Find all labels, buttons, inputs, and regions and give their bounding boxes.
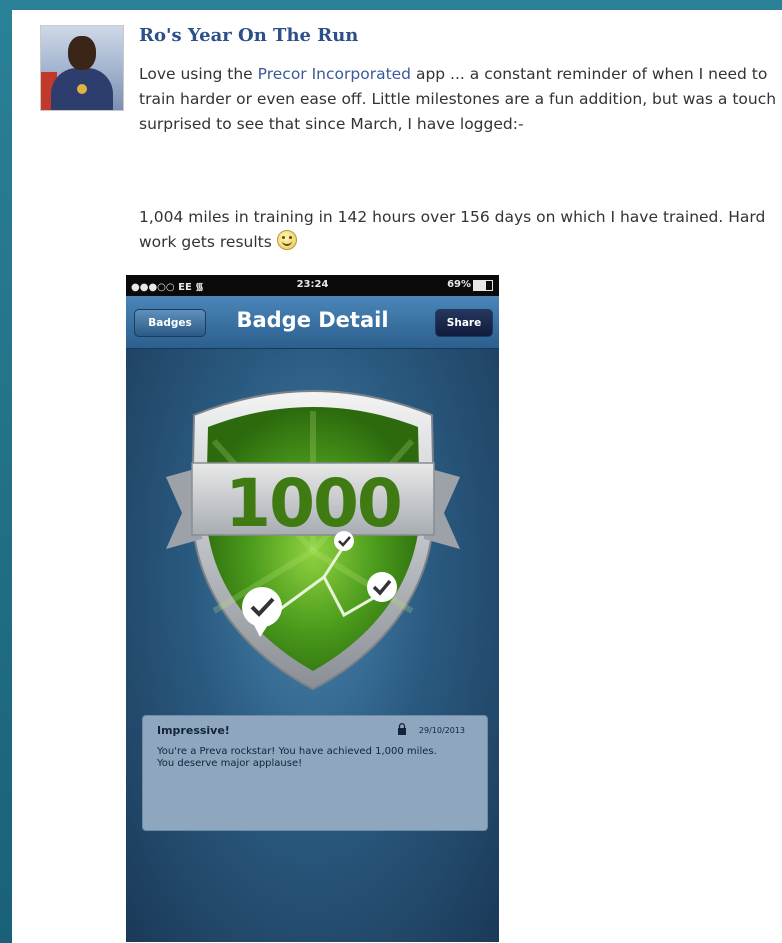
avatar-head — [68, 36, 96, 70]
post-paragraph-1: Love using the Precor Incorporated app .… — [139, 62, 782, 137]
avatar[interactable] — [40, 25, 124, 111]
battery-percent: 69% — [447, 279, 471, 290]
post-paragraph-2: 1,004 miles in training in 142 hours ove… — [139, 205, 782, 255]
badge-info-box: Impressive! 29/10/2013 You're a Preva ro… — [142, 715, 488, 831]
status-time: 23:24 — [296, 279, 329, 290]
paragraph-2-text: 1,004 miles in training in 142 hours ove… — [139, 208, 766, 251]
status-bar: ●●●○○ EE ᯾ 23:24 69% — [126, 275, 499, 296]
info-message: You're a Preva rockstar! You have achiev… — [157, 746, 437, 769]
nav-bar: Badges Badge Detail Share — [126, 296, 499, 349]
badge-screen: 1000 Impressive! 29/10/2013 You're a Pre… — [126, 349, 499, 942]
post-card: Ro's Year On The Run Love using the Prec… — [12, 10, 782, 943]
battery-icon — [473, 280, 493, 291]
post-title[interactable]: Ro's Year On The Run — [139, 25, 358, 46]
precor-link[interactable]: Precor Incorporated — [258, 65, 411, 83]
smiley-emoticon-icon — [276, 230, 297, 250]
page-frame: Ro's Year On The Run Love using the Prec… — [0, 0, 782, 943]
lock-icon — [398, 723, 406, 735]
info-title: Impressive! — [157, 724, 230, 737]
phone-screenshot: ●●●○○ EE ᯾ 23:24 69% Badges Badge Detail… — [126, 275, 499, 942]
medal-icon — [77, 84, 87, 94]
share-button[interactable]: Share — [435, 309, 493, 337]
info-date: 29/10/2013 — [418, 726, 465, 735]
badge-emblem: 1000 — [154, 381, 472, 701]
badge-number: 1000 — [225, 465, 403, 542]
paragraph-1-prefix: Love using the — [139, 65, 258, 83]
